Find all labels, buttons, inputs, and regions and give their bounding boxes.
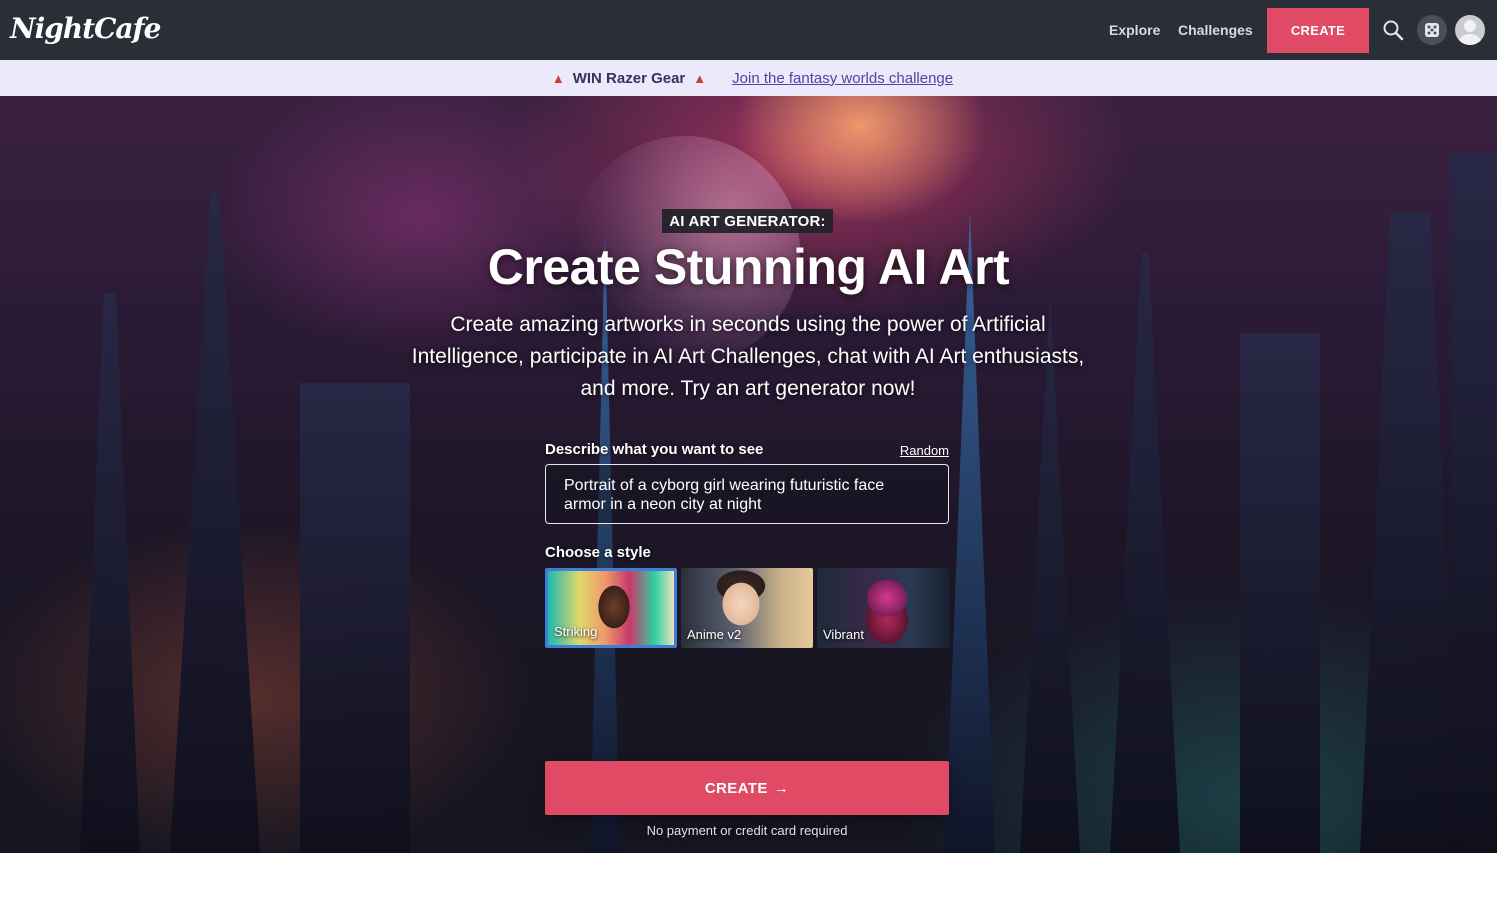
trophy-icon: ▲ — [693, 70, 707, 86]
describe-label: Describe what you want to see — [545, 441, 764, 458]
promo-banner: ▲ WIN Razer Gear ▲ Join the fantasy worl… — [0, 60, 1497, 96]
nav-challenges-link[interactable]: Challenges — [1178, 22, 1253, 38]
style-picker: Striking Anime v2 Vibrant — [545, 568, 949, 648]
hero-subtext: Create amazing artworks in seconds using… — [411, 313, 1085, 400]
nav-create-button[interactable]: CREATE — [1267, 8, 1369, 53]
style-option-anime-v2[interactable]: Anime v2 — [681, 568, 813, 648]
nav-explore-link[interactable]: Explore — [1109, 22, 1160, 38]
promo-win-text: WIN Razer Gear — [572, 69, 686, 87]
hero-section: AI ART GENERATOR: Create Stunning AI Art… — [0, 96, 1497, 853]
nightcafe-logo[interactable]: NightCafe — [10, 12, 161, 45]
top-nav: NightCafe Explore Challenges CREATE — [0, 0, 1497, 60]
search-icon[interactable] — [1382, 19, 1404, 41]
dice-icon[interactable] — [1417, 15, 1447, 45]
random-prompt-link[interactable]: Random — [900, 443, 949, 458]
create-submit-button[interactable]: CREATE → — [545, 761, 949, 815]
prompt-input[interactable] — [545, 464, 949, 524]
style-option-vibrant[interactable]: Vibrant — [817, 568, 949, 648]
hero-content: AI ART GENERATOR: Create Stunning AI Art… — [0, 96, 1497, 853]
arrow-right-icon: → — [773, 779, 790, 797]
trophy-icon: ▲ — [551, 70, 565, 86]
style-option-striking[interactable]: Striking — [545, 568, 677, 648]
style-option-label: Anime v2 — [687, 627, 742, 642]
style-option-label: Vibrant — [823, 627, 864, 642]
no-payment-note: No payment or credit card required — [646, 823, 848, 838]
hero-headline: Create Stunning AI Art — [487, 239, 1010, 295]
choose-style-label: Choose a style — [545, 544, 651, 561]
ai-art-generator-badge: AI ART GENERATOR: — [662, 209, 833, 233]
user-avatar-icon[interactable] — [1455, 15, 1485, 45]
promo-challenge-link[interactable]: Join the fantasy worlds challenge — [732, 70, 953, 87]
style-option-label: Striking — [554, 624, 598, 639]
create-submit-label: CREATE — [704, 779, 768, 797]
